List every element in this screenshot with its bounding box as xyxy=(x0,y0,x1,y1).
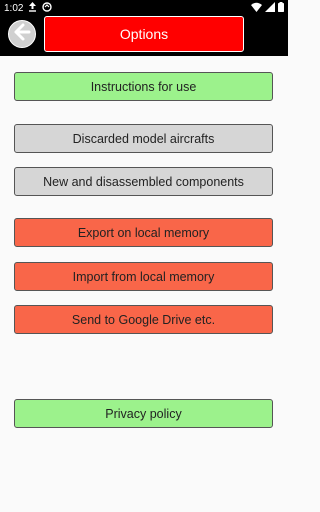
back-button[interactable] xyxy=(8,20,36,48)
page-title: Options xyxy=(44,16,244,52)
battery-icon xyxy=(278,2,284,15)
status-time: 1:02 xyxy=(4,2,24,14)
signal-icon xyxy=(265,2,275,15)
status-bar: 1:02 xyxy=(0,0,288,16)
wifi-icon xyxy=(251,2,262,15)
components-button[interactable]: New and disassembled components xyxy=(14,167,273,196)
export-button[interactable]: Export on local memory xyxy=(14,218,273,247)
privacy-policy-button[interactable]: Privacy policy xyxy=(14,399,273,428)
send-drive-button[interactable]: Send to Google Drive etc. xyxy=(14,305,273,334)
arrow-left-icon xyxy=(12,22,32,47)
instructions-button[interactable]: Instructions for use xyxy=(14,72,273,101)
sync-icon xyxy=(42,2,53,15)
upload-icon xyxy=(28,2,37,15)
discarded-aircrafts-button[interactable]: Discarded model aircrafts xyxy=(14,124,273,153)
import-button[interactable]: Import from local memory xyxy=(14,262,273,291)
app-bar: Options xyxy=(0,16,288,56)
